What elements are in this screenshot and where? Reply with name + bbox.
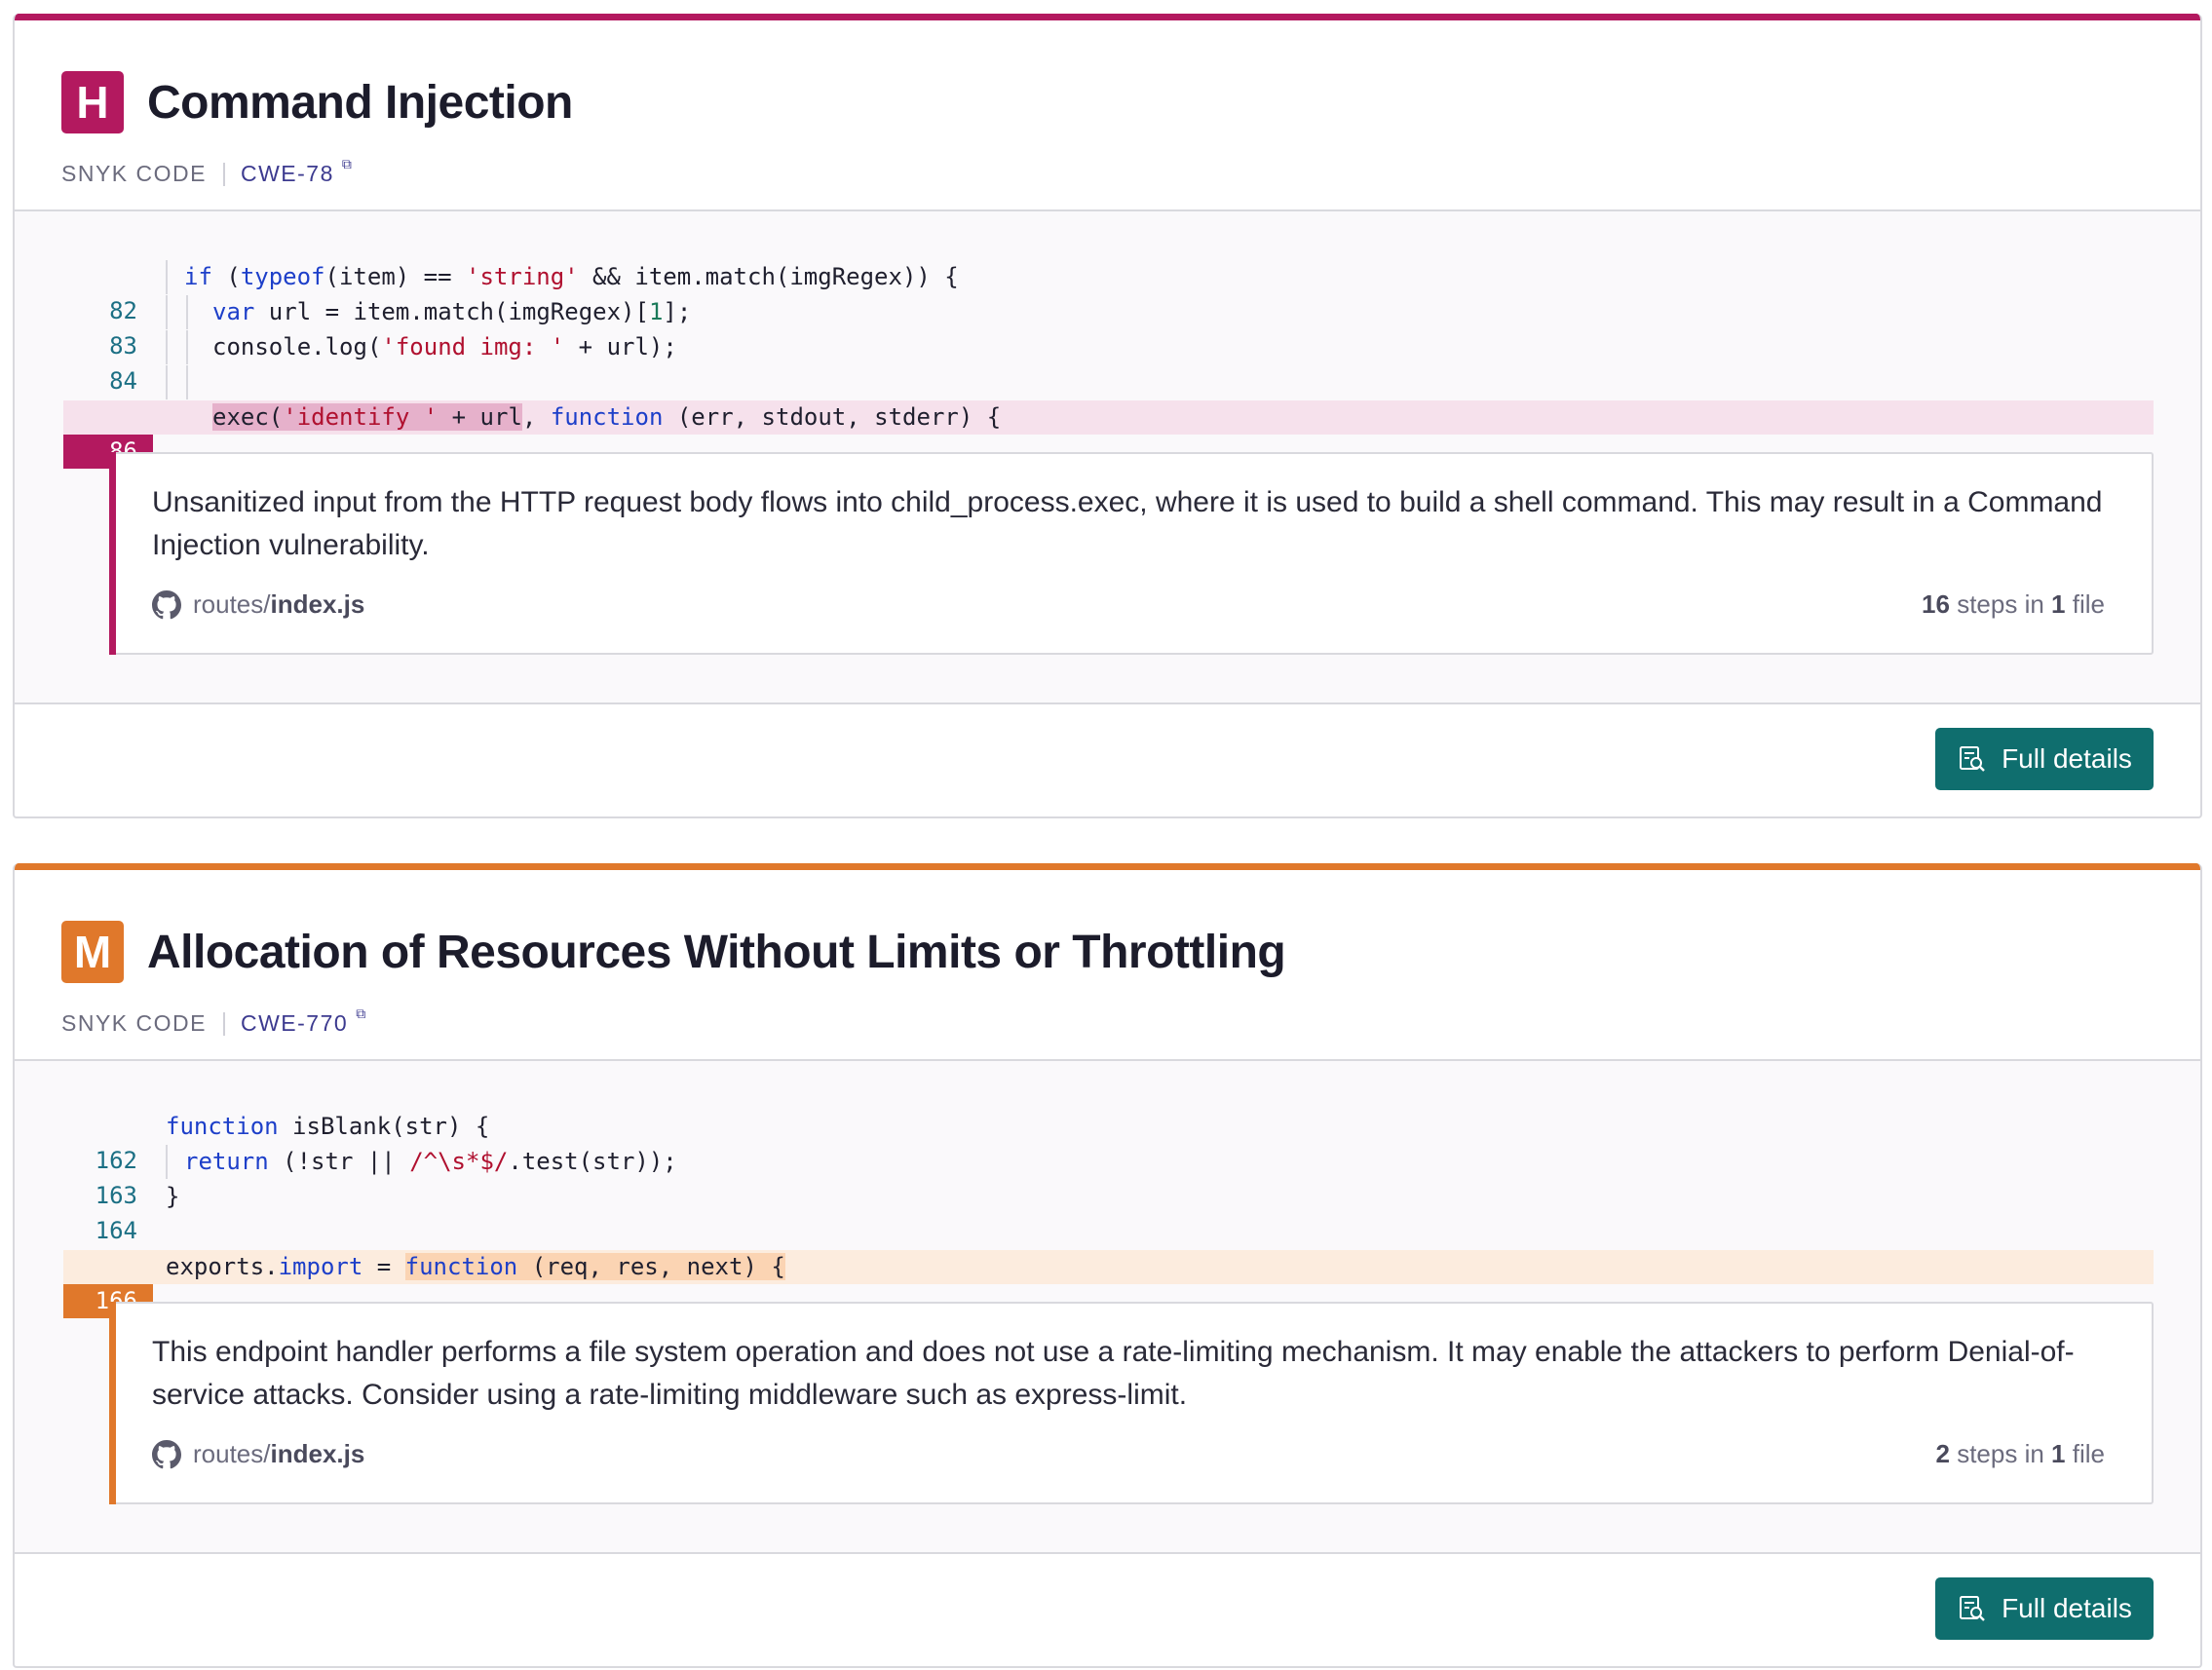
vulnerable-code-line: 166 exports.import = function (req, res,… bbox=[63, 1250, 2154, 1318]
issue-message-box: This endpoint handler performs a file sy… bbox=[109, 1302, 2154, 1504]
external-link-icon[interactable]: ⧉ bbox=[342, 156, 352, 172]
issue-title: Command Injection bbox=[147, 76, 573, 129]
file-dir: routes/ bbox=[193, 1439, 271, 1468]
files-count: 1 bbox=[2051, 1439, 2066, 1468]
document-search-icon bbox=[1960, 1596, 1985, 1621]
severity-bar bbox=[15, 863, 2200, 870]
full-details-button[interactable]: Full details bbox=[1935, 1577, 2154, 1640]
severity-badge-high: H bbox=[61, 71, 124, 133]
meta-divider bbox=[222, 162, 225, 186]
code-line: 162 function isBlank(str) { bbox=[63, 1110, 2154, 1174]
code-line: 164 } bbox=[63, 1180, 2154, 1244]
source-file[interactable]: routes/index.js bbox=[152, 589, 364, 620]
code-snippet: 162 function isBlank(str) { 163 return (… bbox=[15, 1061, 2200, 1554]
issue-header: H Command Injection SNYK CODE CWE-78 ⧉ bbox=[15, 20, 2200, 211]
steps-summary: 2 steps in 1 file bbox=[1936, 1439, 2106, 1469]
full-details-label: Full details bbox=[2002, 1593, 2132, 1623]
cwe-link[interactable]: CWE-770 bbox=[241, 1010, 348, 1037]
file-dir: routes/ bbox=[193, 589, 271, 619]
issue-header: M Allocation of Resources Without Limits… bbox=[15, 870, 2200, 1061]
severity-accent bbox=[109, 452, 116, 655]
document-search-icon bbox=[1960, 746, 1985, 772]
files-label: file bbox=[2072, 589, 2105, 619]
external-link-icon[interactable]: ⧉ bbox=[356, 1006, 365, 1022]
product-label: SNYK CODE bbox=[61, 161, 207, 186]
steps-label: steps in bbox=[1957, 1439, 2044, 1468]
severity-bar bbox=[15, 14, 2200, 20]
card-footer: Full details bbox=[15, 704, 2200, 816]
source-file[interactable]: routes/index.js bbox=[152, 1439, 364, 1469]
code-line: 165 bbox=[63, 1215, 2154, 1279]
issue-message: This endpoint handler performs a file sy… bbox=[152, 1336, 2075, 1411]
steps-count: 16 bbox=[1922, 589, 1950, 619]
code-line: 82 if (typeof(item) == 'string' && item.… bbox=[63, 260, 2154, 324]
file-name: index.js bbox=[270, 1439, 365, 1468]
code-line: 85 bbox=[63, 365, 2154, 430]
issue-card-command-injection: H Command Injection SNYK CODE CWE-78 ⧉ 8… bbox=[13, 14, 2202, 818]
code-line: 163 return (!str || /^\s*$/.test(str)); bbox=[63, 1145, 2154, 1209]
cwe-link[interactable]: CWE-78 bbox=[241, 161, 334, 187]
severity-badge-medium: M bbox=[61, 921, 124, 983]
file-name: index.js bbox=[270, 589, 365, 619]
steps-summary: 16 steps in 1 file bbox=[1922, 589, 2105, 620]
files-count: 1 bbox=[2051, 589, 2066, 619]
steps-count: 2 bbox=[1935, 1439, 1950, 1468]
severity-accent bbox=[109, 1302, 116, 1504]
issue-title: Allocation of Resources Without Limits o… bbox=[147, 926, 1286, 978]
github-icon bbox=[152, 589, 181, 619]
code-line: 83 var url = item.match(imgRegex)[1]; bbox=[63, 295, 2154, 360]
meta-divider bbox=[222, 1011, 225, 1036]
issue-message-box: Unsanitized input from the HTTP request … bbox=[109, 452, 2154, 655]
card-footer: Full details bbox=[15, 1554, 2200, 1665]
files-label: file bbox=[2072, 1439, 2105, 1468]
product-label: SNYK CODE bbox=[61, 1010, 207, 1036]
vulnerable-code-line: 86 exec('identify ' + url, function (err… bbox=[63, 400, 2154, 469]
code-snippet: 82 if (typeof(item) == 'string' && item.… bbox=[15, 211, 2200, 704]
code-line: 84 console.log('found img: ' + url); bbox=[63, 330, 2154, 395]
steps-label: steps in bbox=[1957, 589, 2044, 619]
github-icon bbox=[152, 1439, 181, 1468]
issue-card-resource-allocation: M Allocation of Resources Without Limits… bbox=[13, 863, 2202, 1668]
full-details-button[interactable]: Full details bbox=[1935, 728, 2154, 790]
issue-message: Unsanitized input from the HTTP request … bbox=[152, 486, 2103, 561]
full-details-label: Full details bbox=[2002, 743, 2132, 774]
